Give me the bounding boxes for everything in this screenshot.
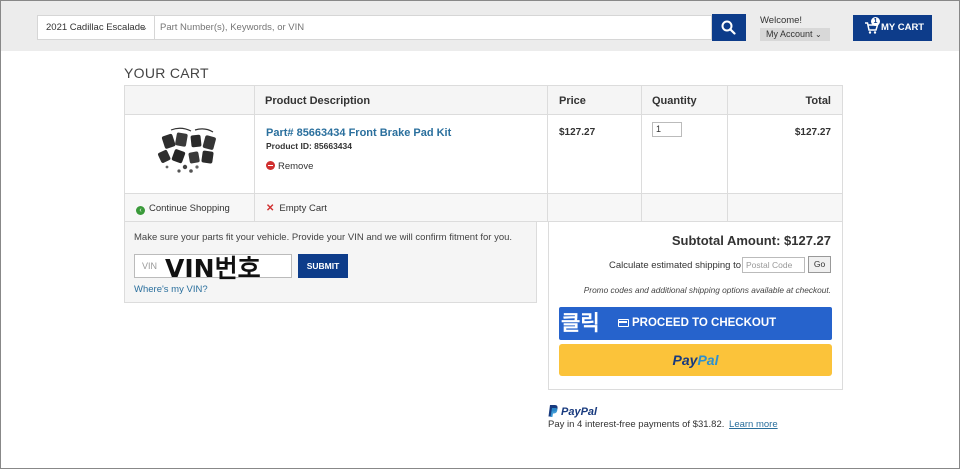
product-id: Product ID: 85663434 xyxy=(266,141,352,151)
credit-card-icon xyxy=(618,319,629,327)
quantity-input[interactable]: 1 xyxy=(652,122,682,137)
column-divider xyxy=(727,86,728,221)
paypal-icon xyxy=(548,405,558,417)
pay-in-4-message: Pay in 4 interest-free payments of $31.8… xyxy=(548,419,778,430)
postal-code-input[interactable]: Postal Code xyxy=(742,257,805,273)
wheres-my-vin-link[interactable]: Where's my VIN? xyxy=(134,284,208,295)
postal-placeholder: Postal Code xyxy=(746,260,793,270)
vin-panel: Make sure your parts fit your vehicle. P… xyxy=(124,222,537,303)
vehicle-select-value: 2021 Cadillac Escalade xyxy=(46,22,146,33)
vin-instructions: Make sure your parts fit your vehicle. P… xyxy=(134,232,513,243)
paypal-logo-pay: Pay xyxy=(672,352,698,368)
click-annotation: 클릭 xyxy=(561,311,600,335)
column-header-description: Product Description xyxy=(265,95,371,107)
table-row: Part# 85663434 Front Brake Pad Kit Produ… xyxy=(125,115,842,194)
paypal-brand: PayPal xyxy=(561,406,598,418)
my-account-dropdown[interactable]: My Account ⌄ xyxy=(760,28,830,41)
empty-cart-link[interactable]: ✕ Empty Cart xyxy=(266,203,327,214)
remove-button[interactable]: Remove xyxy=(266,161,313,172)
table-header-row: Product Description Price Quantity Total xyxy=(125,86,842,115)
checkout-label: PROCEED TO CHECKOUT xyxy=(632,317,777,329)
cart-table: Product Description Price Quantity Total… xyxy=(124,85,843,222)
order-summary: Subtotal Amount: $127.27 Calculate estim… xyxy=(548,222,843,390)
search-icon xyxy=(721,20,736,35)
page-title: YOUR CART xyxy=(124,65,209,81)
paypal-logo-pal: Pal xyxy=(697,352,719,368)
vin-annotation: VIN번호 xyxy=(165,254,261,283)
column-header-total: Total xyxy=(805,95,831,107)
column-divider xyxy=(547,86,548,221)
item-total: $127.27 xyxy=(794,127,831,138)
column-header-quantity: Quantity xyxy=(652,95,697,107)
paypal-credit-logo: PayPal xyxy=(548,405,597,418)
empty-cart-label: Empty Cart xyxy=(279,203,327,214)
continue-shopping-label: Continue Shopping xyxy=(149,203,230,214)
vehicle-select[interactable]: 2021 Cadillac Escalade ⌄ xyxy=(37,15,154,40)
my-account-label: My Account xyxy=(766,29,813,39)
column-divider xyxy=(641,86,642,221)
go-button[interactable]: Go xyxy=(808,256,831,273)
paypal-button[interactable]: PayPal xyxy=(559,344,832,376)
search-input[interactable] xyxy=(154,15,712,40)
continue-shopping-link[interactable]: ‹ Continue Shopping xyxy=(136,203,230,215)
vin-submit-button[interactable]: SUBMIT xyxy=(298,254,348,278)
product-image xyxy=(158,127,216,173)
subtotal-amount: Subtotal Amount: $127.27 xyxy=(671,233,831,248)
product-link[interactable]: Part# 85663434 Front Brake Pad Kit xyxy=(266,127,451,139)
pay-in-4-text: Pay in 4 interest-free payments of $31.8… xyxy=(548,419,725,430)
item-price: $127.27 xyxy=(559,127,596,138)
learn-more-link[interactable]: Learn more xyxy=(729,419,778,430)
chevron-down-icon: ⌄ xyxy=(140,22,148,32)
promo-note: Promo codes and additional shipping opti… xyxy=(583,285,831,295)
proceed-to-checkout-button[interactable]: 클릭 PROCEED TO CHECKOUT xyxy=(559,307,832,340)
my-cart-button[interactable]: 1 MY CART xyxy=(853,15,932,41)
column-divider xyxy=(254,86,255,221)
close-icon: ✕ xyxy=(266,203,275,214)
shipping-label: Calculate estimated shipping to xyxy=(609,260,742,271)
vin-placeholder: VIN xyxy=(142,261,158,271)
chevron-down-icon: ⌄ xyxy=(815,30,822,39)
search-button[interactable] xyxy=(712,14,746,41)
welcome-text: Welcome! xyxy=(760,15,803,26)
top-bar: 2021 Cadillac Escalade ⌄ Welcome! My Acc… xyxy=(1,1,959,51)
my-cart-label: MY CART xyxy=(881,22,925,33)
table-footer-row: ‹ Continue Shopping ✕ Empty Cart xyxy=(125,194,842,221)
remove-icon xyxy=(266,161,275,170)
cart-count-badge: 1 xyxy=(871,17,880,26)
remove-label: Remove xyxy=(278,161,314,172)
arrow-left-icon: ‹ xyxy=(136,206,145,215)
column-header-price: Price xyxy=(559,95,586,107)
